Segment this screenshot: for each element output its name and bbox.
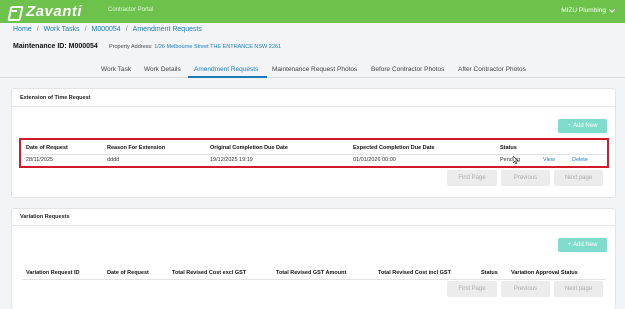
breadcrumb-separator: / xyxy=(36,26,39,33)
first-page-button[interactable]: First Page xyxy=(447,281,497,297)
portal-label: Contractor Portal xyxy=(108,7,154,13)
zavanti-logo[interactable]: Zavanti xyxy=(7,3,82,20)
extension-title: Extension of Time Request xyxy=(20,95,91,101)
mouse-cursor-icon xyxy=(513,156,518,164)
add-variation-button[interactable]: + Add New xyxy=(558,238,607,252)
breadcrumb-task-id[interactable]: M000054 xyxy=(92,26,121,33)
previous-page-button[interactable]: Previous xyxy=(501,170,550,186)
breadcrumb: Home / Work Tasks / M000054 / Amendment … xyxy=(13,26,202,33)
col-revised-gst: Total Revised GST Amount xyxy=(276,270,347,276)
address-value[interactable]: 1/26 Melbourne Street THE ENTRANCE NSW 2… xyxy=(154,44,281,50)
tab-amendment-requests[interactable]: Amendment Requests xyxy=(194,66,258,73)
variation-title: Variation Requests xyxy=(20,214,70,220)
tab-work-task[interactable]: Work Task xyxy=(101,66,131,73)
tab-before-contractor-photos[interactable]: Before Contractor Photos xyxy=(371,66,444,73)
next-page-button[interactable]: Next page xyxy=(554,170,603,186)
tab-bar: Work Task Work Details Amendment Request… xyxy=(0,61,625,78)
property-address: Property Address: 1/26 Melbourne Street … xyxy=(109,44,281,50)
add-button-label: Add New xyxy=(573,123,598,129)
page-title: Maintenance ID: M000054 xyxy=(13,43,98,50)
logo-icon xyxy=(7,5,23,19)
highlight-box xyxy=(19,138,609,168)
logo-text: Zavanti xyxy=(26,3,83,20)
top-bar: Zavanti Contractor Portal MIZU Plumbing xyxy=(0,0,625,23)
card-divider xyxy=(12,225,615,226)
address-label: Property Address: xyxy=(109,44,153,50)
first-page-button[interactable]: First Page xyxy=(447,170,497,186)
plus-icon: + xyxy=(567,123,572,129)
user-menu[interactable]: MIZU Plumbing xyxy=(561,7,615,14)
col-approval-status: Variation Approval Status xyxy=(511,270,578,276)
previous-page-button[interactable]: Previous xyxy=(501,281,550,297)
col-revised-cost-excl: Total Revised Cost excl GST xyxy=(172,270,247,276)
col-date-of-request: Date of Request xyxy=(107,270,149,276)
breadcrumb-work-tasks[interactable]: Work Tasks xyxy=(44,26,80,33)
breadcrumb-current[interactable]: Amendment Requests xyxy=(133,26,202,33)
user-name: MIZU Plumbing xyxy=(561,7,606,14)
add-extension-button[interactable]: + Add New xyxy=(558,119,607,133)
breadcrumb-separator: / xyxy=(125,26,128,33)
col-variation-id: Variation Request ID xyxy=(26,270,80,276)
tab-work-details[interactable]: Work Details xyxy=(144,66,181,73)
plus-icon: + xyxy=(567,242,572,248)
col-revised-cost-incl: Total Revised Cost incl GST xyxy=(378,270,451,276)
chevron-down-icon xyxy=(609,8,615,13)
col-status: Status xyxy=(481,270,498,276)
breadcrumb-home[interactable]: Home xyxy=(13,26,32,33)
tab-maintenance-request-photos[interactable]: Maintenance Request Photos xyxy=(272,66,357,73)
header-divider xyxy=(22,279,606,280)
next-page-button[interactable]: Next page xyxy=(554,281,603,297)
add-button-label: Add New xyxy=(573,242,598,248)
tab-after-contractor-photos[interactable]: After Contractor Photos xyxy=(458,66,526,73)
card-divider xyxy=(12,106,615,107)
active-tab-indicator xyxy=(188,76,267,78)
breadcrumb-separator: / xyxy=(84,26,87,33)
